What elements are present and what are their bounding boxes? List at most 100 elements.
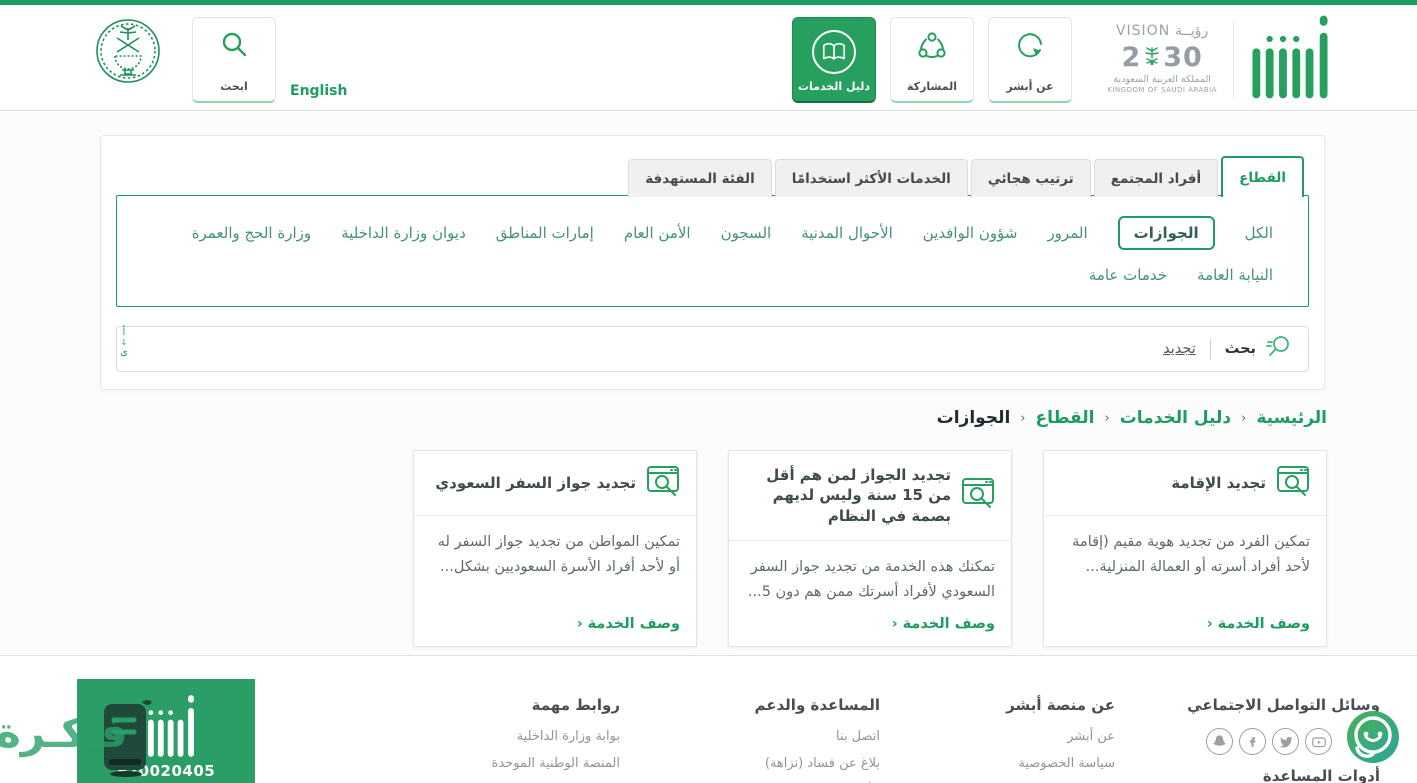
snapchat-icon[interactable] bbox=[1206, 728, 1233, 755]
search-input[interactable] bbox=[895, 341, 1196, 357]
service-card-title: تجديد جواز السفر السعودي bbox=[435, 473, 636, 492]
about-absher-platform-heading: عن منصة أبشر bbox=[1006, 696, 1115, 714]
filter-civil-affairs[interactable]: الأحوال المدنية bbox=[801, 224, 893, 242]
footer-link-about-absher[interactable]: عن أبشر bbox=[930, 728, 1115, 746]
share-icon bbox=[915, 30, 949, 68]
nav-participation[interactable]: المشاركة bbox=[890, 17, 974, 103]
card-body: تمكنك هذه الخدمة من تجديد جواز السفر الس… bbox=[729, 541, 1011, 646]
footer-link-privacy-policy[interactable]: سياسة الخصوصية bbox=[930, 755, 1115, 773]
filter-regional-emirates[interactable]: إمارات المناطق bbox=[496, 224, 594, 242]
sort-bottom-letter: ى bbox=[120, 346, 128, 358]
filter-traffic[interactable]: المرور bbox=[1047, 224, 1087, 242]
filter-row-2: النيابة العامة خدمات عامة bbox=[152, 266, 1273, 284]
tab-community-individuals[interactable]: أفراد المجتمع bbox=[1093, 159, 1219, 197]
help-support-heading: المساعدة والدعم bbox=[754, 696, 881, 714]
chat-assistant-button[interactable] bbox=[1346, 710, 1400, 764]
sort-top-letter: أ bbox=[122, 327, 126, 338]
chevron-left-icon: ‹ bbox=[1241, 410, 1247, 426]
search-icon bbox=[219, 30, 249, 64]
service-cards: تجديد الإقامة تمكين الفرد من تجديد هوية … bbox=[413, 450, 1327, 647]
youtube-icon[interactable] bbox=[1305, 728, 1332, 755]
header: ابحث English دليل الخدمات المشاركة عن أب… bbox=[0, 5, 1417, 111]
header-nav: دليل الخدمات المشاركة عن أبشر bbox=[792, 17, 1072, 103]
nav-about-absher-label: عن أبشر bbox=[1006, 80, 1054, 93]
filter-expatriates-affairs[interactable]: شؤون الوافدين bbox=[923, 224, 1018, 242]
service-description-link[interactable]: وصف الخدمة ‹ bbox=[1060, 606, 1310, 632]
service-description-link-label: وصف الخدمة bbox=[587, 615, 680, 632]
service-description-link[interactable]: وصف الخدمة ‹ bbox=[430, 606, 680, 632]
facebook-icon[interactable] bbox=[1239, 728, 1266, 755]
vision-2030-logo: VISION رؤيــة 2 30 المملكة العربية السعو… bbox=[1107, 23, 1217, 95]
tab-target-group[interactable]: الفئة المستهدفة bbox=[628, 159, 772, 197]
footer-link-moi-portal[interactable]: بوابة وزارة الداخلية bbox=[275, 728, 620, 746]
nav-participation-label: المشاركة bbox=[907, 80, 957, 93]
service-card-description: تمكين الفرد من تجديد هوية مقيم (إقامة لأ… bbox=[1072, 534, 1310, 576]
service-card-iqama-renewal: تجديد الإقامة تمكين الفرد من تجديد هوية … bbox=[1043, 450, 1327, 647]
footer-link-contact-us[interactable]: اتصل بنا bbox=[650, 728, 880, 746]
vision-country-en: KINGDOM OF SAUDI ARABIA bbox=[1107, 86, 1217, 95]
service-card-saudi-passport-renewal: تجديد جواز السفر السعودي تمكين المواطن م… bbox=[413, 450, 697, 647]
search-button[interactable]: ابحث bbox=[192, 17, 276, 103]
chevron-left-icon: ‹ bbox=[576, 615, 583, 632]
breadcrumb: الرئيسية ‹ دليل الخدمات ‹ القطاع ‹ الجوا… bbox=[937, 408, 1327, 428]
important-links-heading: روابط مهمة bbox=[531, 696, 620, 714]
filter-hajj-umrah-ministry[interactable]: وزارة الحج والعمرة bbox=[192, 224, 311, 242]
card-body: تمكين المواطن من تجديد جواز السفر له أو … bbox=[414, 516, 696, 646]
vision-year-left: 2 bbox=[1121, 41, 1142, 73]
search-icon[interactable] bbox=[1266, 334, 1292, 364]
category-tabs: القطاع أفراد المجتمع ترتيب هجائي الخدمات… bbox=[628, 156, 1304, 197]
search-button-label: ابحث bbox=[220, 80, 248, 93]
card-header: تجديد الجواز لمن هم أقل من 15 سنة وليس ل… bbox=[729, 451, 1011, 541]
nav-services-guide[interactable]: دليل الخدمات bbox=[792, 17, 876, 103]
sector-filter-box: الكل الجوازات المرور شؤون الوافدين الأحو… bbox=[116, 195, 1309, 307]
book-icon bbox=[812, 30, 856, 74]
footer-about-column: عن منصة أبشر عن أبشر سياسة الخصوصية شروط… bbox=[930, 696, 1115, 783]
filter-public-security[interactable]: الأمن العام bbox=[624, 224, 691, 242]
tab-most-used-services[interactable]: الخدمات الأكثر استخدامًا bbox=[774, 159, 968, 197]
about-absher-icon bbox=[1013, 30, 1047, 68]
service-browser-search-icon bbox=[646, 465, 682, 501]
filter-all[interactable]: الكل bbox=[1245, 224, 1273, 242]
service-card-title: تجديد الإقامة bbox=[1171, 473, 1266, 492]
card-header: تجديد جواز السفر السعودي bbox=[414, 451, 696, 516]
breadcrumb-sector[interactable]: القطاع bbox=[1036, 408, 1095, 428]
footer-link-national-unified-platform[interactable]: المنصة الوطنية الموحدة bbox=[275, 755, 620, 773]
watermark-text: فـكـرة bbox=[0, 708, 128, 757]
footer-important-links-column: روابط مهمة بوابة وزارة الداخلية المنصة ا… bbox=[275, 696, 620, 783]
card-header: تجديد الإقامة bbox=[1044, 451, 1326, 516]
footer-link-report-corruption[interactable]: بلاغ عن فساد (نزاهة) bbox=[650, 755, 880, 773]
brand-divider bbox=[1233, 20, 1234, 98]
absher-logo[interactable] bbox=[1250, 14, 1330, 104]
filter-row-1: الكل الجوازات المرور شؤون الوافدين الأحو… bbox=[152, 216, 1273, 250]
filter-prisons[interactable]: السجون bbox=[721, 224, 772, 242]
service-description-link[interactable]: وصف الخدمة ‹ bbox=[745, 606, 995, 632]
vision-en-text: VISION bbox=[1115, 23, 1171, 40]
service-card-description: تمكين المواطن من تجديد جواز السفر له أو … bbox=[437, 534, 680, 576]
vision-year-right: 30 bbox=[1163, 41, 1203, 73]
search-bar-label: بحث bbox=[1224, 341, 1256, 357]
breadcrumb-home[interactable]: الرئيسية bbox=[1256, 408, 1327, 428]
brand-logos: VISION رؤيــة 2 30 المملكة العربية السعو… bbox=[1107, 15, 1330, 103]
service-browser-search-icon bbox=[961, 477, 997, 513]
tab-alphabetical[interactable]: ترتيب هجائي bbox=[970, 159, 1091, 197]
breadcrumb-services-guide[interactable]: دليل الخدمات bbox=[1120, 408, 1231, 428]
filter-public-prosecution[interactable]: النيابة العامة bbox=[1197, 266, 1273, 284]
twitter-icon[interactable] bbox=[1272, 728, 1299, 755]
nav-services-guide-label: دليل الخدمات bbox=[797, 80, 871, 93]
filter-moi-diwan[interactable]: ديوان وزارة الداخلية bbox=[341, 224, 466, 242]
ministry-of-interior-emblem-icon bbox=[95, 18, 161, 84]
search-divider bbox=[1209, 339, 1211, 359]
nav-about-absher[interactable]: عن أبشر bbox=[988, 17, 1072, 103]
tab-sector[interactable]: القطاع bbox=[1221, 156, 1304, 197]
service-description-link-label: وصف الخدمة bbox=[902, 615, 995, 632]
service-browser-search-icon bbox=[1276, 465, 1312, 501]
filter-passports[interactable]: الجوازات bbox=[1117, 216, 1215, 250]
filter-general-services[interactable]: خدمات عامة bbox=[1089, 266, 1167, 284]
alphabetical-sort-widget[interactable]: أ ↓ ى bbox=[120, 327, 128, 358]
breadcrumb-passports-current: الجوازات bbox=[936, 408, 1011, 428]
services-filter-panel: القطاع أفراد المجتمع ترتيب هجائي الخدمات… bbox=[100, 135, 1325, 390]
service-card-passport-renewal-under-15: تجديد الجواز لمن هم أقل من 15 سنة وليس ل… bbox=[728, 450, 1012, 647]
english-language-link[interactable]: English bbox=[290, 83, 347, 99]
card-body: تمكين الفرد من تجديد هوية مقيم (إقامة لأ… bbox=[1044, 516, 1326, 646]
service-description-link-label: وصف الخدمة bbox=[1217, 615, 1310, 632]
